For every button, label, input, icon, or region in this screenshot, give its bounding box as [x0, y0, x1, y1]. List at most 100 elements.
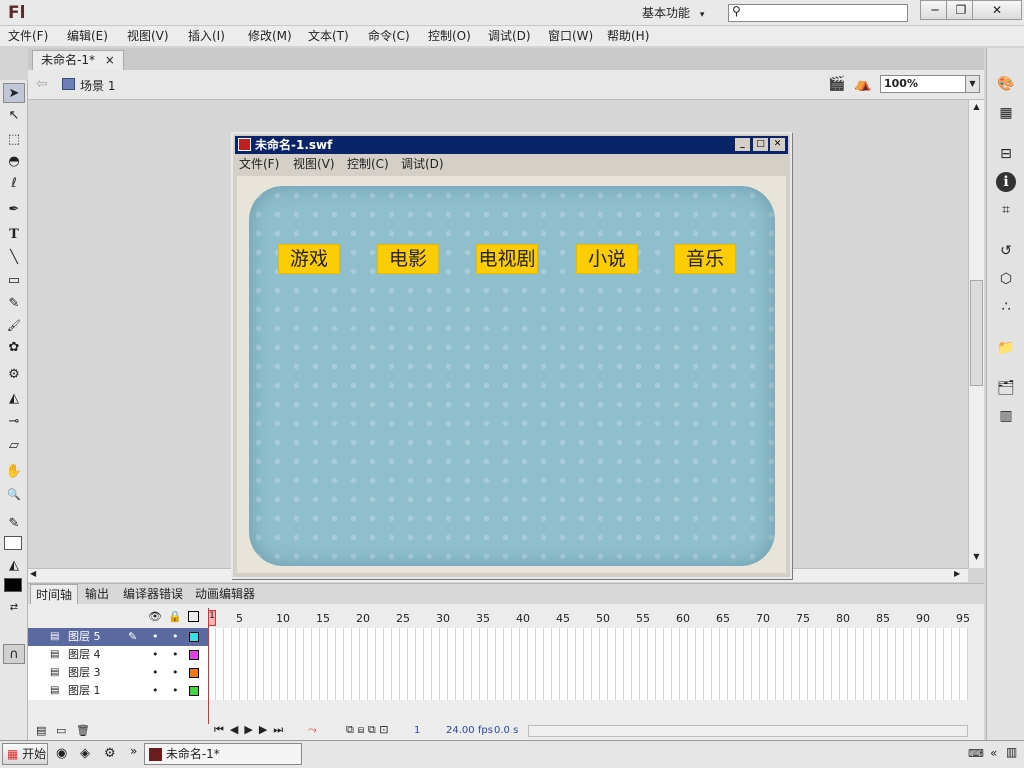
- frame-rate[interactable]: 24.00 fps: [446, 725, 493, 736]
- menu-commands[interactable]: 命令(C): [364, 26, 414, 46]
- subselection-tool-icon[interactable]: ↖: [3, 106, 25, 126]
- back-arrow-icon[interactable]: ⇦: [36, 76, 48, 92]
- onion-skin-icons[interactable]: ⧉ ⧈ ⧉ ⊡: [346, 723, 388, 737]
- settings-icon[interactable]: ⚙: [104, 746, 116, 761]
- lock-dot[interactable]: •: [172, 682, 179, 700]
- paint-bucket-tool-icon[interactable]: ◭: [3, 389, 25, 409]
- layer-row[interactable]: ▤ 图层 4 • •: [28, 646, 208, 664]
- history-icon[interactable]: ↺: [996, 241, 1016, 261]
- tray-collapse[interactable]: «: [990, 746, 997, 760]
- visibility-dot[interactable]: •: [152, 628, 159, 646]
- scroll-left-icon[interactable]: ◀: [30, 569, 36, 578]
- stage-vertical-scrollbar[interactable]: ▲ ▼: [968, 100, 984, 568]
- menu-view[interactable]: 视图(V): [123, 26, 173, 46]
- frame-grid[interactable]: [208, 628, 968, 700]
- align-icon[interactable]: ⊟: [996, 144, 1016, 164]
- nav-button-music[interactable]: 音乐: [674, 244, 736, 274]
- transform-icon[interactable]: ⌗: [996, 200, 1016, 220]
- keyboard-icon[interactable]: ⌨: [968, 747, 984, 760]
- info-icon[interactable]: ℹ: [996, 172, 1016, 192]
- playback-controls[interactable]: ⏮◀▶▶⏭: [214, 723, 289, 737]
- visibility-dot[interactable]: •: [152, 646, 159, 664]
- bone-tool-icon[interactable]: ⚙: [3, 365, 25, 385]
- deco-tool-icon[interactable]: ✿: [3, 338, 25, 358]
- palette-icon[interactable]: 🎨: [996, 74, 1016, 94]
- edit-scene-icon[interactable]: 🎬: [828, 76, 845, 92]
- elapsed-time[interactable]: 0.0 s: [494, 725, 518, 736]
- scroll-down-icon[interactable]: ▼: [970, 552, 983, 564]
- components-icon[interactable]: ⬡: [996, 269, 1016, 289]
- playhead-frame-number[interactable]: 1: [208, 610, 216, 626]
- layer-outline-color[interactable]: [189, 632, 199, 642]
- timeline-horizontal-scrollbar[interactable]: [528, 725, 968, 737]
- visibility-dot[interactable]: •: [152, 682, 159, 700]
- selection-tool-icon[interactable]: ➤: [3, 83, 25, 103]
- layer-outline-color[interactable]: [189, 650, 199, 660]
- nav-button-novels[interactable]: 小说: [576, 244, 638, 274]
- swf-menu-debug[interactable]: 调试(D): [401, 155, 444, 174]
- swf-menu-control[interactable]: 控制(C): [347, 155, 389, 174]
- fill-color-icon[interactable]: ◭: [3, 556, 25, 576]
- outline-all-icon[interactable]: [188, 611, 199, 622]
- edit-symbols-icon[interactable]: ⛺: [854, 76, 871, 92]
- swf-maximize-button[interactable]: □: [753, 138, 768, 151]
- text-tool-icon[interactable]: T: [3, 225, 25, 245]
- menu-control[interactable]: 控制(O): [424, 26, 475, 46]
- layer-row[interactable]: ▤ 图层 3 • •: [28, 664, 208, 682]
- zoom-tool-icon[interactable]: 🔍: [3, 485, 25, 505]
- playhead-line[interactable]: [208, 608, 209, 724]
- fill-color-swatch[interactable]: [4, 578, 22, 592]
- lock-dot[interactable]: •: [172, 628, 179, 646]
- nav-button-tv-series[interactable]: 电视剧: [476, 244, 538, 274]
- tab-motion-editor[interactable]: 动画编辑器: [190, 584, 260, 604]
- scroll-thumb[interactable]: [970, 280, 983, 386]
- rectangle-tool-icon[interactable]: ▭: [3, 271, 25, 291]
- swf-menu-file[interactable]: 文件(F): [239, 155, 279, 174]
- free-transform-tool-icon[interactable]: ⬚: [3, 130, 25, 150]
- layer-outline-color[interactable]: [189, 686, 199, 696]
- menu-file[interactable]: 文件(F): [4, 26, 52, 46]
- project-icon[interactable]: 🗂: [996, 378, 1016, 398]
- new-layer-icon[interactable]: ▤: [36, 724, 46, 737]
- delete-icon[interactable]: 🗑: [76, 724, 90, 737]
- nav-button-movies[interactable]: 电影: [377, 244, 439, 274]
- menu-modify[interactable]: 修改(M): [244, 26, 296, 46]
- show-hide-all-icon[interactable]: 👁: [148, 610, 162, 623]
- zoom-select[interactable]: 100% ▼: [880, 75, 980, 93]
- swf-menu-view[interactable]: 视图(V): [293, 155, 335, 174]
- motion-presets-icon[interactable]: ∴: [996, 297, 1016, 317]
- swap-colors-icon[interactable]: ⇄: [3, 598, 25, 618]
- lock-all-icon[interactable]: 🔒: [168, 610, 182, 623]
- document-tab[interactable]: 未命名-1* ×: [32, 50, 124, 70]
- menu-text[interactable]: 文本(T): [304, 26, 353, 46]
- menu-window[interactable]: 窗口(W): [544, 26, 597, 46]
- menu-help[interactable]: 帮助(H): [603, 26, 653, 46]
- pencil-tool-icon[interactable]: ✎: [3, 294, 25, 314]
- browser-icon[interactable]: ◉: [56, 746, 67, 761]
- scroll-up-icon[interactable]: ▲: [970, 102, 983, 114]
- layer-row[interactable]: ▤ 图层 5 ✎ • •: [28, 628, 208, 646]
- tab-output[interactable]: 输出: [80, 584, 114, 604]
- layer-outline-color[interactable]: [189, 668, 199, 678]
- close-button[interactable]: ✕: [972, 0, 1022, 20]
- swf-close-button[interactable]: ✕: [770, 138, 785, 151]
- current-frame[interactable]: 1: [414, 725, 420, 736]
- workspace-switcher[interactable]: 基本功能 ▾: [636, 4, 716, 22]
- stroke-color-icon[interactable]: ✎: [3, 514, 25, 534]
- close-icon[interactable]: ×: [105, 53, 115, 67]
- menu-debug[interactable]: 调试(D): [484, 26, 535, 46]
- menu-edit[interactable]: 编辑(E): [63, 26, 112, 46]
- lock-dot[interactable]: •: [172, 646, 179, 664]
- nav-button-games[interactable]: 游戏: [278, 244, 340, 274]
- chevron-down-icon[interactable]: ▼: [965, 76, 979, 92]
- hand-tool-icon[interactable]: ✋: [3, 462, 25, 482]
- brush-tool-icon[interactable]: 🖌: [3, 316, 25, 336]
- loop-icon[interactable]: ⤳: [308, 723, 317, 737]
- new-folder-icon[interactable]: ▭: [56, 724, 66, 737]
- taskbar-task-button[interactable]: 未命名-1*: [144, 743, 302, 765]
- explorer-icon[interactable]: ◈: [80, 746, 90, 761]
- snap-to-objects-icon[interactable]: ∩: [3, 644, 25, 664]
- eraser-tool-icon[interactable]: ▱: [3, 436, 25, 456]
- menu-insert[interactable]: 插入(I): [184, 26, 229, 46]
- swf-minimize-button[interactable]: _: [735, 138, 750, 151]
